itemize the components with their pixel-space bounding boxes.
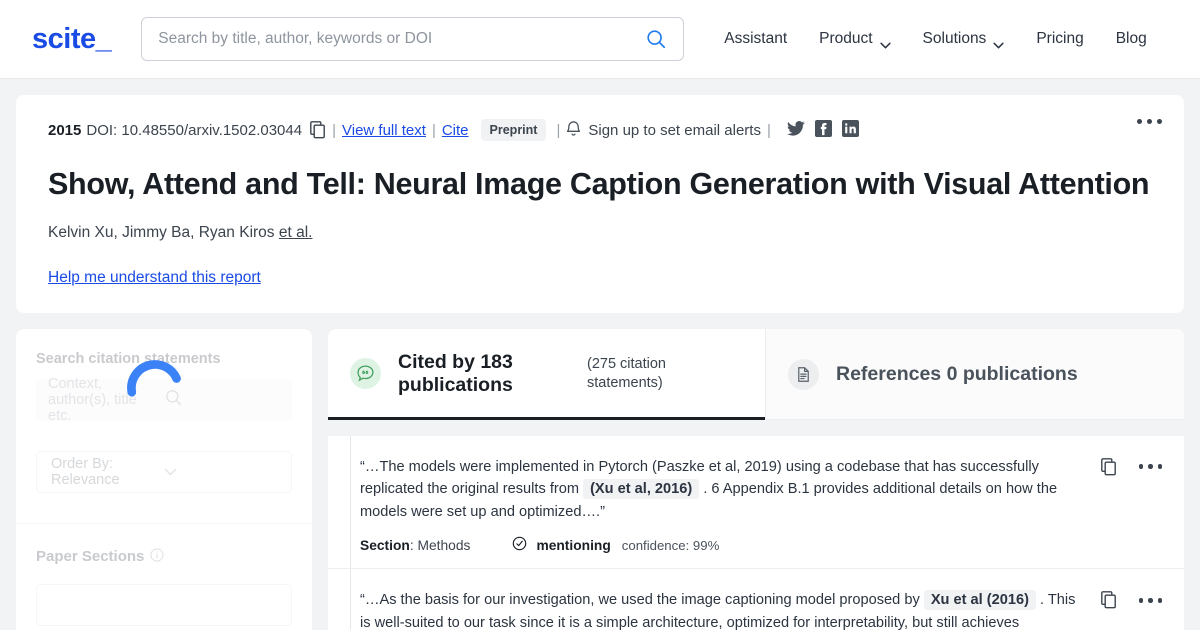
site-header: scite_ Assistant Product Solutions Pr <box>0 0 1200 79</box>
email-alerts-label: Sign up to set email alerts <box>588 122 761 139</box>
author-names: Kelvin Xu, Jimmy Ba, Ryan Kiros <box>48 224 279 241</box>
statement-accent-bar <box>350 569 351 630</box>
cite-link[interactable]: Cite <box>442 122 469 139</box>
nav-label: Blog <box>1116 30 1147 48</box>
main-nav: Assistant Product Solutions Pricing Blog <box>708 22 1163 56</box>
paper-sections-heading: Paper Sections <box>36 548 292 566</box>
copy-statement-icon[interactable] <box>1101 458 1117 476</box>
tab-cited-by-sublabel: (275 citation statements) <box>587 355 702 391</box>
bell-icon <box>566 120 581 141</box>
view-full-text-link[interactable]: View full text <box>342 122 426 139</box>
search-icon[interactable] <box>645 28 667 50</box>
global-search[interactable] <box>141 17 684 61</box>
twitter-icon[interactable] <box>787 121 805 140</box>
nav-label: Product <box>819 30 872 48</box>
meta-separator: | <box>556 122 560 139</box>
doi-text: DOI: 10.48550/arxiv.1502.03044 <box>86 122 302 139</box>
sidebar-divider <box>16 523 312 524</box>
statement-actions <box>1101 456 1163 555</box>
copy-statement-icon[interactable] <box>1101 591 1117 609</box>
social-share-group <box>787 120 859 141</box>
order-by-select[interactable]: Order By: Relevance <box>36 451 292 493</box>
linkedin-icon[interactable] <box>842 120 859 141</box>
citation-statement-row: “…As the basis for our investigation, we… <box>328 569 1184 630</box>
nav-label: Pricing <box>1036 30 1083 48</box>
citations-panel: Cited by 183 publications (275 citation … <box>328 329 1184 630</box>
publication-year: 2015 <box>48 122 81 139</box>
citation-statement-row: “…The models were implemented in Pytorch… <box>328 436 1184 570</box>
tab-cited-by[interactable]: Cited by 183 publications (275 citation … <box>328 329 765 420</box>
tab-references-label: References 0 publications <box>836 363 1078 386</box>
nav-item-product[interactable]: Product <box>803 22 906 56</box>
content-area: Search citation statements Context, auth… <box>16 329 1184 630</box>
statement-more-options-button[interactable] <box>1139 458 1163 476</box>
section-value: : Methods <box>410 538 471 553</box>
author-list: Kelvin Xu, Jimmy Ba, Ryan Kiros et al. <box>48 224 1152 242</box>
statement-more-options-button[interactable] <box>1139 591 1163 609</box>
nav-item-blog[interactable]: Blog <box>1100 22 1163 56</box>
order-by-label: Order By: Relevance <box>51 456 164 488</box>
statement-actions <box>1101 589 1163 630</box>
scite-logo[interactable]: scite_ <box>32 23 111 56</box>
classification-label: mentioning <box>536 538 610 553</box>
nav-item-pricing[interactable]: Pricing <box>1020 22 1099 56</box>
statement-text: “…As the basis for our investigation, we… <box>360 589 1081 630</box>
chevron-down-icon <box>880 36 891 43</box>
email-alerts-link[interactable]: Sign up to set email alerts <box>566 120 761 141</box>
meta-separator: | <box>432 122 436 139</box>
nav-item-solutions[interactable]: Solutions <box>907 22 1021 56</box>
check-circle-icon <box>512 536 527 554</box>
search-input[interactable] <box>158 30 645 48</box>
citation-chip[interactable]: (Xu et al, 2016) <box>583 479 699 499</box>
nav-label: Assistant <box>724 30 787 48</box>
section-label: Section <box>360 538 410 553</box>
info-icon[interactable] <box>150 548 164 566</box>
chevron-down-icon <box>993 36 1004 43</box>
quote-bubble-icon <box>350 358 381 389</box>
loading-spinner <box>124 357 186 419</box>
nav-item-assistant[interactable]: Assistant <box>708 22 803 56</box>
chevron-down-icon <box>164 464 277 480</box>
page-title: Show, Attend and Tell: Neural Image Capt… <box>48 166 1152 203</box>
citation-filters-sidebar: Search citation statements Context, auth… <box>16 329 312 630</box>
preprint-badge: Preprint <box>481 119 547 141</box>
paper-sections-select[interactable] <box>36 584 292 626</box>
statement-text: “…The models were implemented in Pytorch… <box>360 456 1081 524</box>
nav-label: Solutions <box>923 30 987 48</box>
copy-doi-icon[interactable] <box>310 121 326 139</box>
paper-meta-row: 2015 DOI: 10.48550/arxiv.1502.03044 | Vi… <box>48 119 1152 141</box>
tab-references[interactable]: References 0 publications <box>765 329 1184 420</box>
meta-separator: | <box>332 122 336 139</box>
statement-body: “…The models were implemented in Pytorch… <box>360 456 1101 555</box>
statement-meta: Section: Methods mentioning confidence: … <box>360 536 1081 554</box>
citation-statement-list: “…The models were implemented in Pytorch… <box>328 436 1184 630</box>
paper-sections-label: Paper Sections <box>36 548 144 565</box>
citation-chip[interactable]: Xu et al (2016) <box>924 590 1036 610</box>
tab-cited-by-label: Cited by 183 publications <box>398 351 558 397</box>
document-icon <box>788 359 819 390</box>
authors-et-al-link[interactable]: et al. <box>279 224 313 241</box>
statement-text-pre: “…As the basis for our investigation, we… <box>360 592 924 608</box>
statement-body: “…As the basis for our investigation, we… <box>360 589 1101 630</box>
meta-separator: | <box>767 122 771 139</box>
facebook-icon[interactable] <box>815 120 832 141</box>
citation-tabs: Cited by 183 publications (275 citation … <box>328 329 1184 420</box>
help-understand-report-link[interactable]: Help me understand this report <box>48 269 261 287</box>
page-body: 2015 DOI: 10.48550/arxiv.1502.03044 | Vi… <box>0 79 1200 630</box>
paper-header-card: 2015 DOI: 10.48550/arxiv.1502.03044 | Vi… <box>16 95 1184 313</box>
paper-more-options-button[interactable] <box>1137 119 1162 124</box>
statement-accent-bar <box>350 436 351 569</box>
confidence-label: confidence: 99% <box>622 538 720 553</box>
